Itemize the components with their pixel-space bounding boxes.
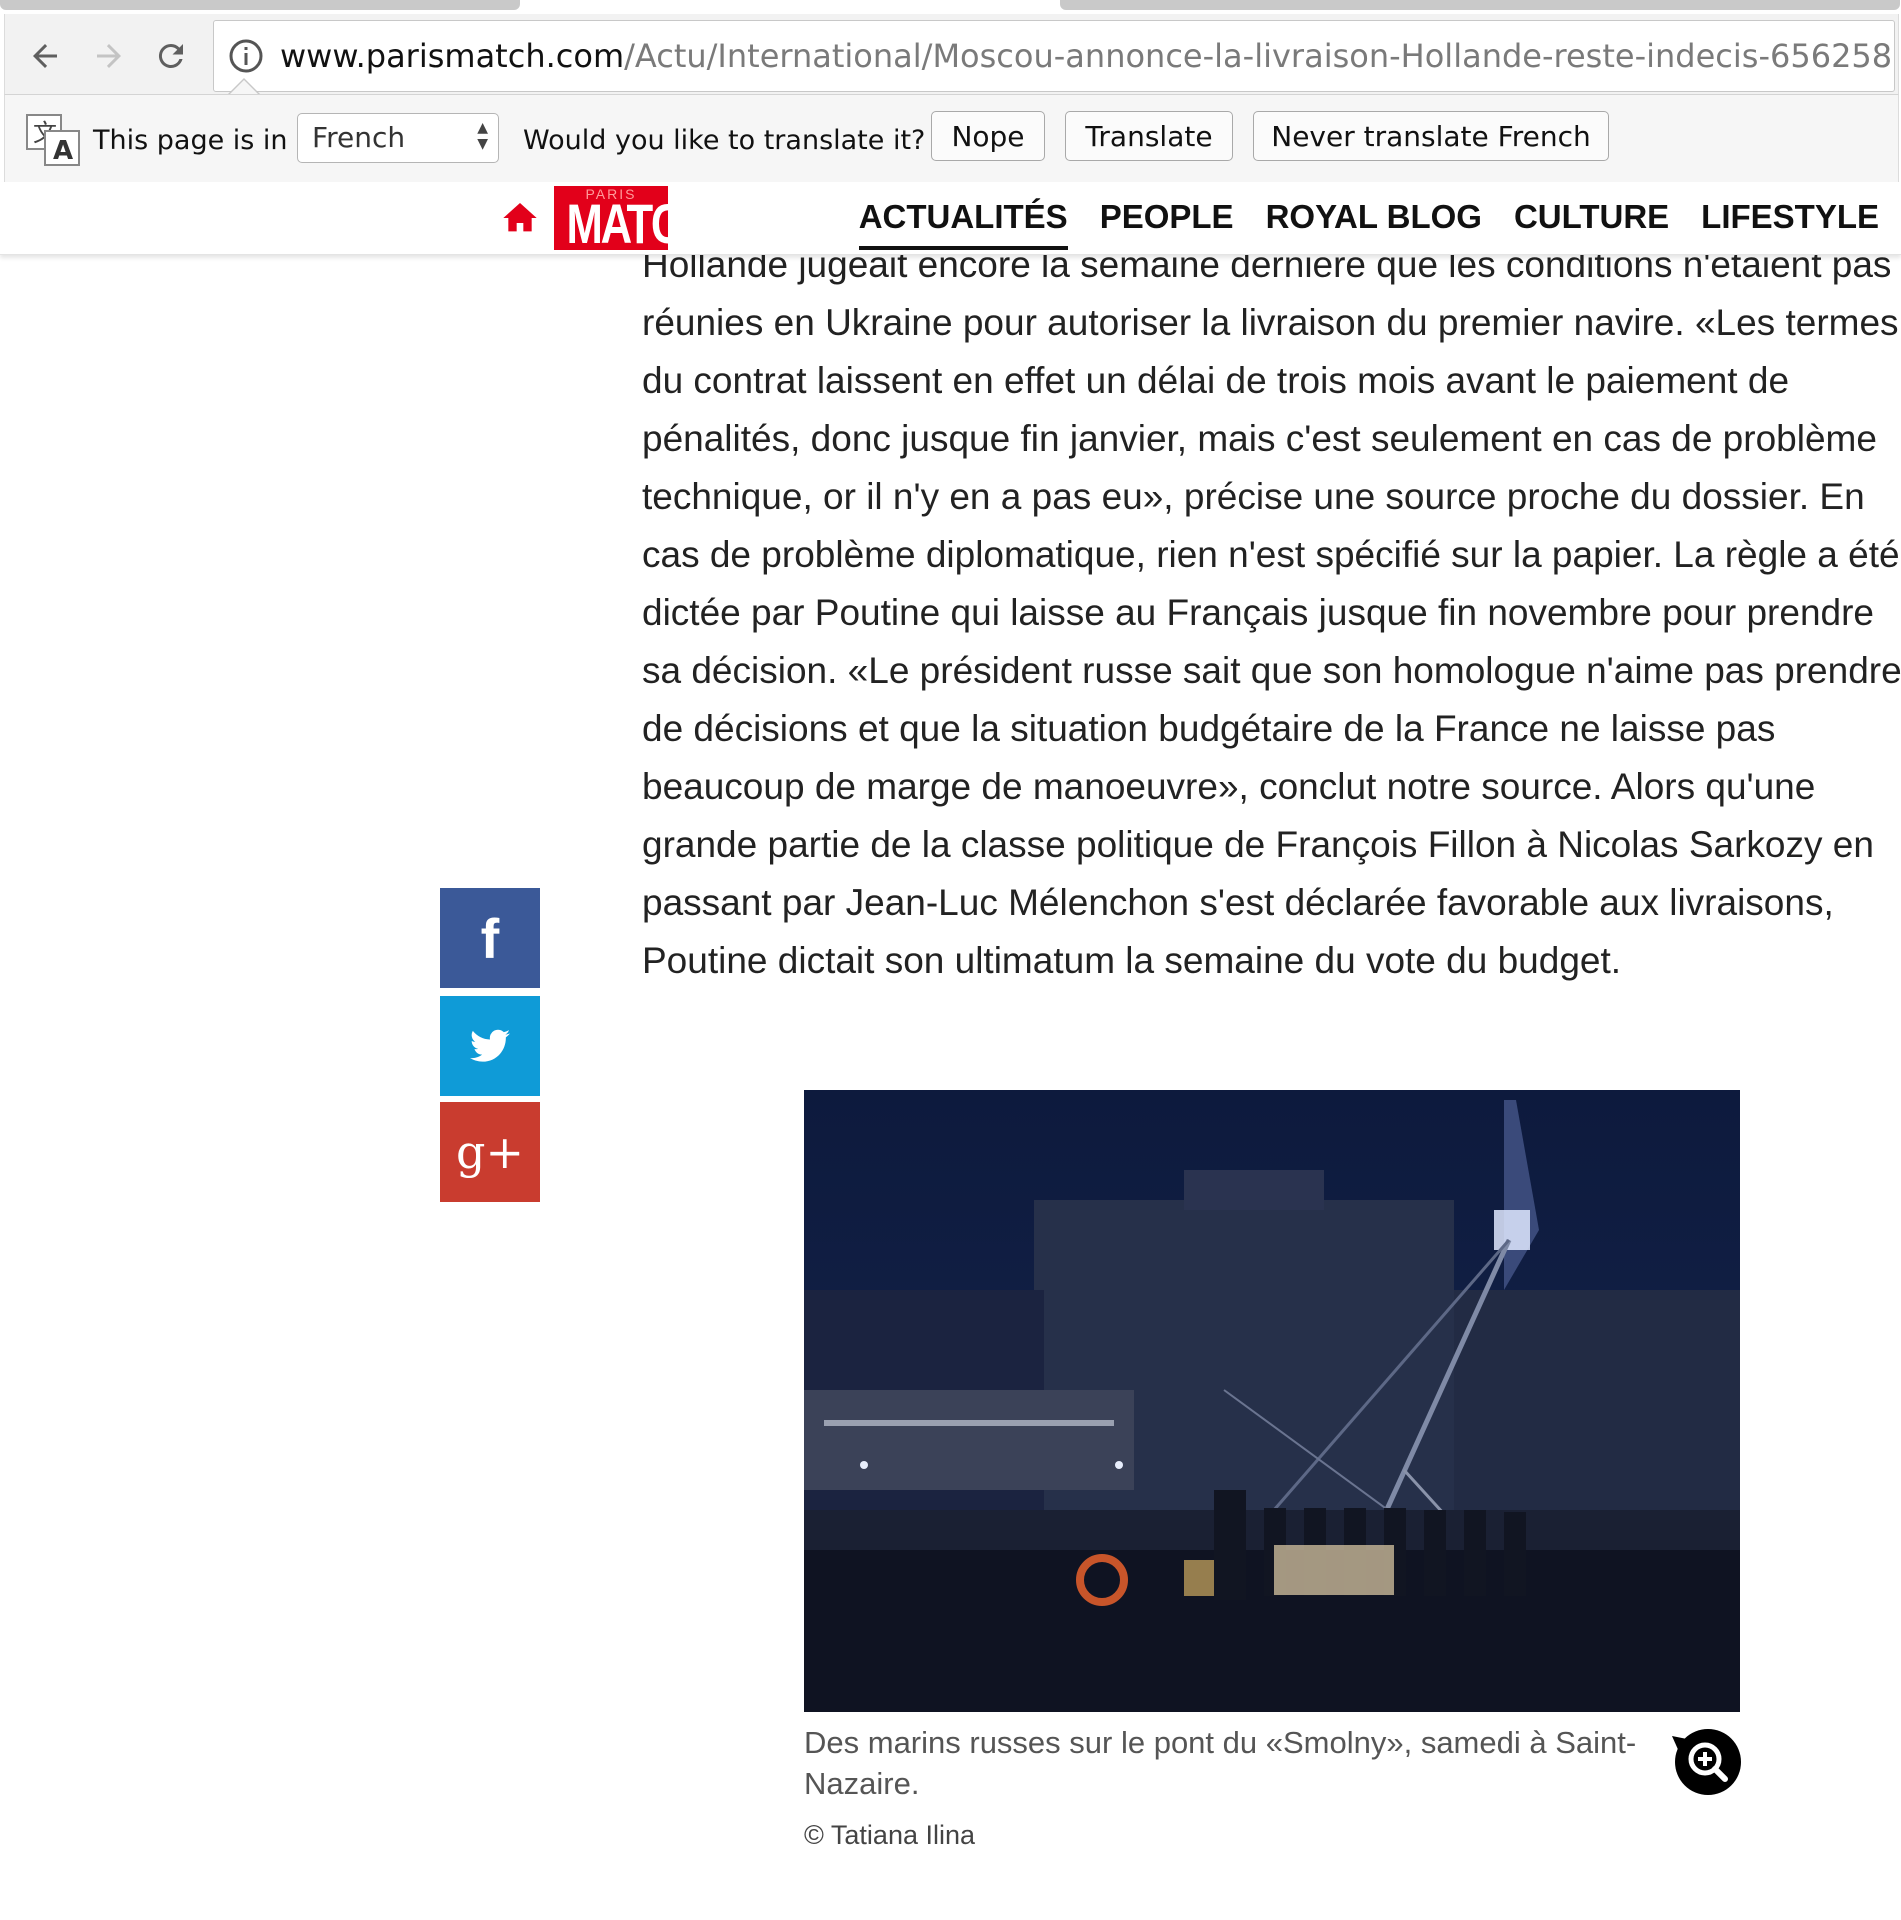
facebook-icon: f bbox=[480, 906, 500, 970]
twitter-share-button[interactable] bbox=[440, 996, 540, 1096]
article-body: Hollande jugeait encore la semaine derni… bbox=[642, 236, 1901, 990]
facebook-share-button[interactable]: f bbox=[440, 888, 540, 988]
menu-item-people[interactable]: PEOPLE bbox=[1100, 198, 1234, 250]
menu-item-royal-blog[interactable]: ROYAL BLOG bbox=[1266, 198, 1482, 250]
bubble-pointer-inner bbox=[230, 80, 258, 94]
menu-item-actualites[interactable]: ACTUALITÉS bbox=[858, 198, 1068, 250]
browser-toolbar: www.parismatch.com/Actu/International/Mo… bbox=[4, 14, 1899, 94]
reload-icon bbox=[158, 43, 183, 68]
back-arrow-icon bbox=[33, 44, 57, 68]
language-select-value: French bbox=[312, 121, 406, 154]
googleplus-icon: g+ bbox=[456, 1125, 524, 1179]
reload-button[interactable] bbox=[145, 30, 197, 82]
site-logo[interactable]: PARIS MATCH bbox=[554, 186, 668, 250]
address-bar[interactable]: www.parismatch.com/Actu/International/Mo… bbox=[213, 20, 1895, 92]
browser-tab[interactable] bbox=[0, 0, 520, 10]
logo-match-text: MATCH bbox=[566, 192, 668, 250]
main-menu: ACTUALITÉS PEOPLE ROYAL BLOG CULTURE LIF… bbox=[858, 198, 1879, 250]
photo-caption: Des marins russes sur le pont du «Smolny… bbox=[804, 1725, 1637, 1801]
url-path: /Actu/International/Moscou-annonce-la-li… bbox=[624, 37, 1893, 75]
translate-icon: 文 A bbox=[26, 114, 80, 166]
forward-button[interactable] bbox=[83, 30, 135, 82]
translate-button[interactable]: Translate bbox=[1065, 111, 1233, 161]
svg-text:A: A bbox=[53, 136, 73, 166]
browser-tab[interactable] bbox=[1060, 0, 1900, 10]
article-paragraph: Hollande jugeait encore la semaine derni… bbox=[642, 244, 1901, 981]
select-arrows-icon: ▲ ▼ bbox=[477, 120, 488, 152]
never-translate-button[interactable]: Never translate French bbox=[1253, 111, 1609, 161]
photo-scene bbox=[804, 1090, 1740, 1712]
googleplus-share-button[interactable]: g+ bbox=[440, 1102, 540, 1202]
translate-question: Would you like to translate it? bbox=[523, 125, 926, 156]
url-host: www.parismatch.com bbox=[280, 37, 625, 75]
back-button[interactable] bbox=[19, 30, 71, 82]
article-photo[interactable] bbox=[804, 1090, 1740, 1712]
info-icon[interactable] bbox=[228, 38, 264, 74]
home-icon[interactable] bbox=[500, 198, 540, 238]
twitter-bird-icon bbox=[470, 1029, 510, 1062]
site-header: PARIS MATCH ACTUALITÉS PEOPLE ROYAL BLOG… bbox=[0, 182, 1901, 255]
url-text: www.parismatch.com/Actu/International/Mo… bbox=[280, 37, 1892, 75]
menu-item-lifestyle[interactable]: LIFESTYLE bbox=[1701, 198, 1879, 250]
tab-strip bbox=[0, 0, 1901, 14]
nope-button[interactable]: Nope bbox=[931, 111, 1045, 161]
translate-bar: 文 A This page is in French ▲▼ Would you … bbox=[4, 94, 1899, 184]
language-select[interactable]: French ▲ ▼ bbox=[297, 113, 499, 163]
photo-credit: © Tatiana Ilina bbox=[804, 1820, 976, 1850]
forward-arrow-icon bbox=[97, 44, 121, 68]
translate-prefix: This page is in bbox=[93, 125, 288, 156]
menu-item-culture[interactable]: CULTURE bbox=[1514, 198, 1669, 250]
zoom-icon[interactable] bbox=[1670, 1726, 1742, 1798]
